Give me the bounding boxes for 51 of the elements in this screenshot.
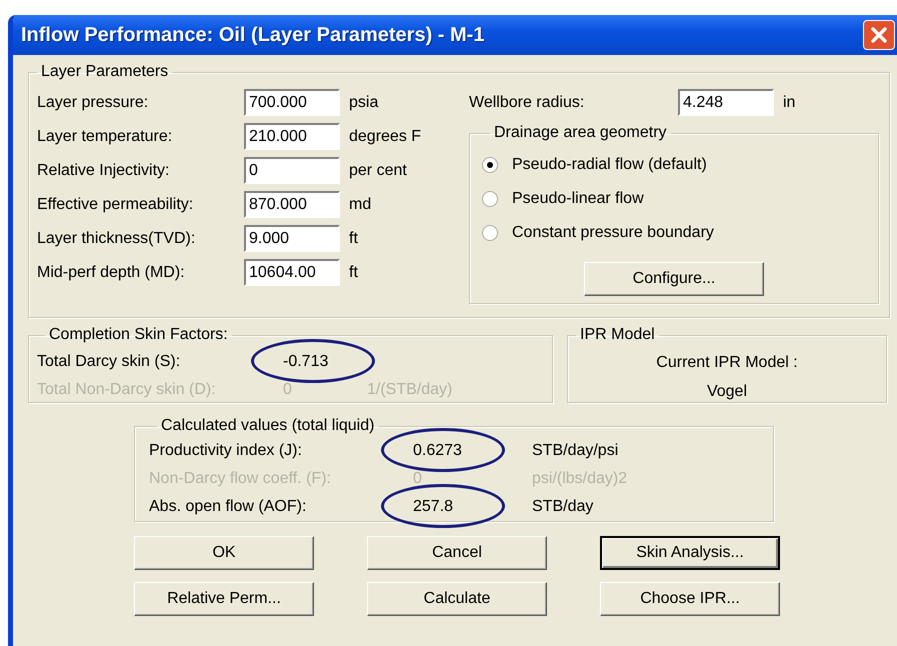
radio-label[interactable]: Pseudo-radial flow (default)	[512, 156, 707, 174]
group-title: Layer Parameters	[41, 63, 168, 80]
field-label: Relative Injectivity:	[37, 162, 170, 180]
radio-label[interactable]: Pseudo-linear flow	[512, 190, 644, 208]
input-field[interactable]: 700.000	[244, 89, 340, 116]
field-label: Wellbore radius:	[469, 94, 586, 112]
window-title: Inflow Performance: Oil (Layer Parameters) - M-1	[21, 24, 484, 46]
value-label: Total Darcy skin (S):	[37, 353, 182, 371]
radio-button[interactable]	[482, 157, 498, 173]
dialog-button[interactable]: Calculate	[367, 582, 547, 616]
close-button[interactable]	[863, 20, 895, 50]
dialog-button[interactable]: Relative Perm...	[134, 582, 314, 616]
input-field[interactable]: 0	[244, 157, 340, 184]
dialog-button[interactable]: Cancel	[367, 536, 547, 570]
field-label: Layer thickness(TVD):	[37, 230, 196, 248]
radio-label[interactable]: Constant pressure boundary	[512, 224, 714, 242]
field-label: Layer temperature:	[37, 128, 174, 146]
unit-label: md	[349, 196, 372, 214]
unit-label: STB/day/psi	[532, 442, 620, 460]
dialog-button[interactable]: Choose IPR...	[600, 582, 780, 616]
value-text: -0.713	[283, 353, 328, 370]
input-field[interactable]: 4.248	[678, 89, 774, 116]
unit-label: STB/day	[532, 498, 594, 516]
field-label: Layer pressure:	[37, 94, 150, 112]
group-title: Completion Skin Factors:	[49, 326, 228, 343]
value-label: Productivity index (J):	[149, 442, 303, 460]
value-label: Abs. open flow (AOF):	[149, 498, 308, 516]
unit-label: ft	[349, 230, 358, 248]
unit-label: in	[783, 94, 796, 112]
input-field[interactable]: 10604.00	[244, 259, 340, 286]
ipr-model-value: Vogel	[706, 383, 748, 400]
group-title: Drainage area geometry	[494, 124, 667, 141]
radio-button[interactable]	[482, 225, 498, 241]
unit-label: psia	[349, 94, 378, 112]
value-text: 0.6273	[413, 442, 462, 459]
unit-label: per cent	[349, 162, 407, 180]
dialog-button[interactable]: OK	[134, 536, 314, 570]
dialog-button[interactable]: Skin Analysis...	[600, 536, 780, 570]
radio-button[interactable]	[482, 191, 498, 207]
field-label: Effective permeability:	[37, 196, 194, 214]
unit-label: ft	[349, 264, 358, 282]
group-title: IPR Model	[580, 326, 655, 343]
ipr-model-label: Current IPR Model :	[656, 354, 798, 371]
group-title: Calculated values (total liquid)	[161, 417, 374, 434]
unit-label: degrees F	[349, 128, 422, 146]
field-label: Mid-perf depth (MD):	[37, 264, 186, 282]
configure-button[interactable]: Configure...	[584, 262, 764, 296]
input-field[interactable]: 9.000	[244, 225, 340, 252]
value-text: 257.8	[413, 498, 454, 515]
input-field[interactable]: 870.000	[244, 191, 340, 218]
input-field[interactable]: 210.000	[244, 123, 340, 150]
